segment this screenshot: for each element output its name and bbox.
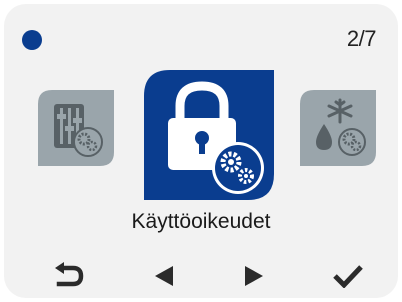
back-arrow-icon <box>55 262 84 287</box>
status-indicator <box>22 30 42 50</box>
gears-badge-icon <box>212 142 264 194</box>
menu-item-selected[interactable] <box>144 70 274 200</box>
left-triangle-icon <box>155 266 173 286</box>
checkmark-icon <box>333 265 363 288</box>
gears-badge-icon <box>73 127 103 157</box>
next-button[interactable] <box>234 260 274 292</box>
right-triangle-icon <box>245 266 263 286</box>
menu-item-next[interactable] <box>300 90 376 166</box>
previous-button[interactable] <box>144 260 184 292</box>
page-counter: 2/7 <box>346 26 377 51</box>
menu-item-previous[interactable] <box>38 90 114 166</box>
gears-badge-icon <box>338 128 366 156</box>
selected-item-label: Käyttöoikeudet <box>131 210 271 233</box>
device-screen: 2/7 Käyttöoikeudet <box>4 4 398 298</box>
confirm-button[interactable] <box>328 260 368 292</box>
back-button[interactable] <box>48 260 88 292</box>
